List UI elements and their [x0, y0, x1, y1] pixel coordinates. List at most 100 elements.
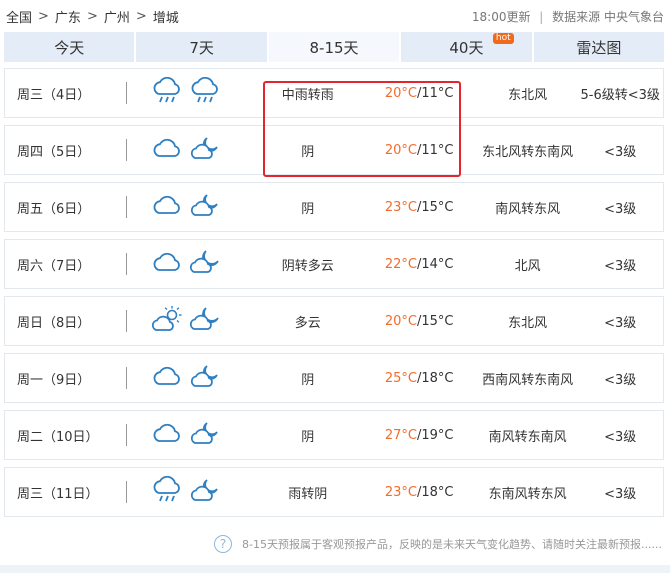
wind-direction: 西南风转东南风 [482, 372, 574, 388]
cloud-moon-icon [189, 134, 221, 166]
temperature-range: 27°C/19°C [384, 427, 454, 443]
weather-description: 阴 [301, 372, 315, 388]
wind-direction: 东北风 [508, 315, 548, 331]
tab-40-days[interactable]: 40天 hot [401, 32, 532, 62]
weather-icons [127, 362, 255, 394]
forecast-day: 周三（11日） [17, 486, 99, 502]
temperature-low: 18°C [421, 370, 454, 386]
breadcrumb-district: 增城 [152, 10, 179, 26]
temperature-high: 23°C [384, 484, 417, 500]
sun-cloud-icon [151, 305, 183, 337]
forecast-row: 周五（6日） 阴 23°C/15°C 南风转东风 <3级 [4, 182, 664, 232]
tab-label: 8-15天 [309, 38, 359, 57]
moon-cloud-icon [189, 248, 221, 280]
temperature-low: 15°C [421, 199, 454, 215]
tab-radar[interactable]: 雷达图 [533, 32, 665, 62]
tab-label: 雷达图 [576, 38, 622, 57]
temperature-low: 15°C [421, 313, 454, 329]
rain-cloud-icon [189, 76, 221, 109]
weather-description: 阴转多云 [281, 258, 334, 274]
wind-power: 5-6级转<3级 [580, 87, 660, 103]
cloud-moon-icon [189, 362, 221, 394]
forecast-row: 周三（4日） 中雨转雨 20°C/11°C 东北风 5-6级转<3级 [4, 68, 664, 118]
cloud-icon [151, 134, 183, 166]
meta-divider: | [539, 9, 544, 24]
forecast-day: 周五（6日） [17, 201, 91, 217]
help-icon[interactable]: ? [214, 535, 233, 553]
weather-description: 雨转阴 [288, 486, 328, 502]
breadcrumb-separator: > [86, 8, 98, 24]
data-source: 数据来源 中央气象台 [552, 9, 664, 24]
cloud-moon-icon [189, 191, 221, 223]
cloud-moon-icon [189, 476, 221, 508]
weather-description: 阴 [301, 201, 315, 217]
breadcrumb: 全国 > 广东 > 广州 > 增城 [6, 7, 179, 26]
wind-direction: 南风转东南风 [488, 429, 567, 445]
weather-icons [127, 134, 255, 166]
rain-cloud-icon [151, 475, 183, 508]
cloud-icon [151, 248, 183, 280]
wind-direction: 东北风转东南风 [482, 144, 574, 160]
wind-power: <3级 [604, 372, 637, 388]
temperature-range: 22°C/14°C [384, 256, 454, 272]
forecast-row: 周四（5日） 阴 20°C/11°C 东北风转东南风 <3级 [4, 125, 664, 175]
forecast-row: 周二（10日） 阴 27°C/19°C 南风转东南风 <3级 [4, 410, 664, 460]
temperature-range: 23°C/15°C [384, 199, 454, 215]
weather-description: 多云 [294, 315, 321, 331]
wind-direction: 东南风转东风 [488, 486, 567, 502]
forecast-day: 周四（5日） [17, 144, 91, 160]
temperature-high: 27°C [384, 427, 417, 443]
wind-power: <3级 [604, 201, 637, 217]
forecast-day: 周日（8日） [17, 315, 91, 331]
weather-description: 阴 [301, 144, 315, 160]
wind-direction: 东北风 [508, 87, 548, 103]
footer-text: 8-15天预报属于客观预报产品，反映的是未来天气变化趋势、请随时关注最新预报..… [242, 538, 662, 551]
temperature-low: 11°C [421, 85, 454, 101]
tab-today[interactable]: 今天 [4, 32, 135, 62]
cloud-icon [151, 362, 183, 394]
breadcrumb-city[interactable]: 广州 [104, 7, 130, 26]
breadcrumb-separator: > [38, 8, 49, 24]
forecast-list: 周三（4日） 中雨转雨 20°C/11°C 东北风 5-6级转<3级 周四（5日… [4, 68, 664, 524]
wind-power: <3级 [604, 315, 637, 331]
breadcrumb-separator: > [135, 8, 147, 24]
temperature-high: 25°C [384, 370, 417, 386]
temperature-high: 22°C [384, 256, 417, 272]
tab-8-15-days[interactable]: 8-15天 [268, 32, 400, 62]
temperature-range: 20°C/15°C [384, 313, 454, 329]
weather-icons [127, 475, 255, 508]
bottom-strip [0, 565, 670, 573]
forecast-row: 周一（9日） 阴 25°C/18°C 西南风转东南风 <3级 [4, 353, 664, 403]
cloud-icon [151, 419, 183, 451]
breadcrumb-national[interactable]: 全国 [6, 7, 32, 26]
weather-icons [127, 76, 255, 109]
breadcrumb-province[interactable]: 广东 [55, 7, 81, 26]
temperature-range: 20°C/11°C [384, 85, 454, 101]
weather-icons [127, 248, 255, 280]
cloud-icon [151, 191, 183, 223]
wind-power: <3级 [604, 144, 637, 160]
footer-note: ? 8-15天预报属于客观预报产品，反映的是未来天气变化趋势、请随时关注最新预报… [0, 530, 670, 558]
forecast-day: 周一（9日） [17, 372, 91, 388]
tab-label: 40天 [449, 38, 484, 57]
weather-icons [127, 191, 255, 223]
weather-icons [127, 305, 255, 337]
forecast-tabs: 今天 7天 8-15天 40天 hot 雷达图 [4, 32, 665, 62]
tab-7-days[interactable]: 7天 [136, 32, 267, 62]
temperature-high: 23°C [384, 199, 417, 215]
forecast-row: 周六（7日） 阴转多云 22°C/14°C 北风 <3级 [4, 239, 664, 289]
wind-direction: 北风 [514, 258, 541, 274]
temperature-range: 23°C/18°C [384, 484, 454, 500]
forecast-day: 周二（10日） [17, 429, 99, 445]
update-time: 18:00更新 [471, 9, 531, 24]
wind-power: <3级 [604, 429, 637, 445]
moon-cloud-icon [189, 305, 221, 337]
tab-label: 7天 [189, 38, 214, 57]
weather-description: 阴 [301, 429, 315, 445]
forecast-row: 周日（8日） 多云 20°C/15°C 东北风 <3级 [4, 296, 664, 346]
weather-description: 中雨转雨 [281, 87, 334, 103]
temperature-low: 19°C [421, 427, 454, 443]
temperature-high: 20°C [384, 85, 417, 101]
forecast-day: 周三（4日） [17, 87, 91, 103]
forecast-row: 周三（11日） 雨转阴 23°C/18°C 东南风转东风 <3级 [4, 467, 664, 517]
